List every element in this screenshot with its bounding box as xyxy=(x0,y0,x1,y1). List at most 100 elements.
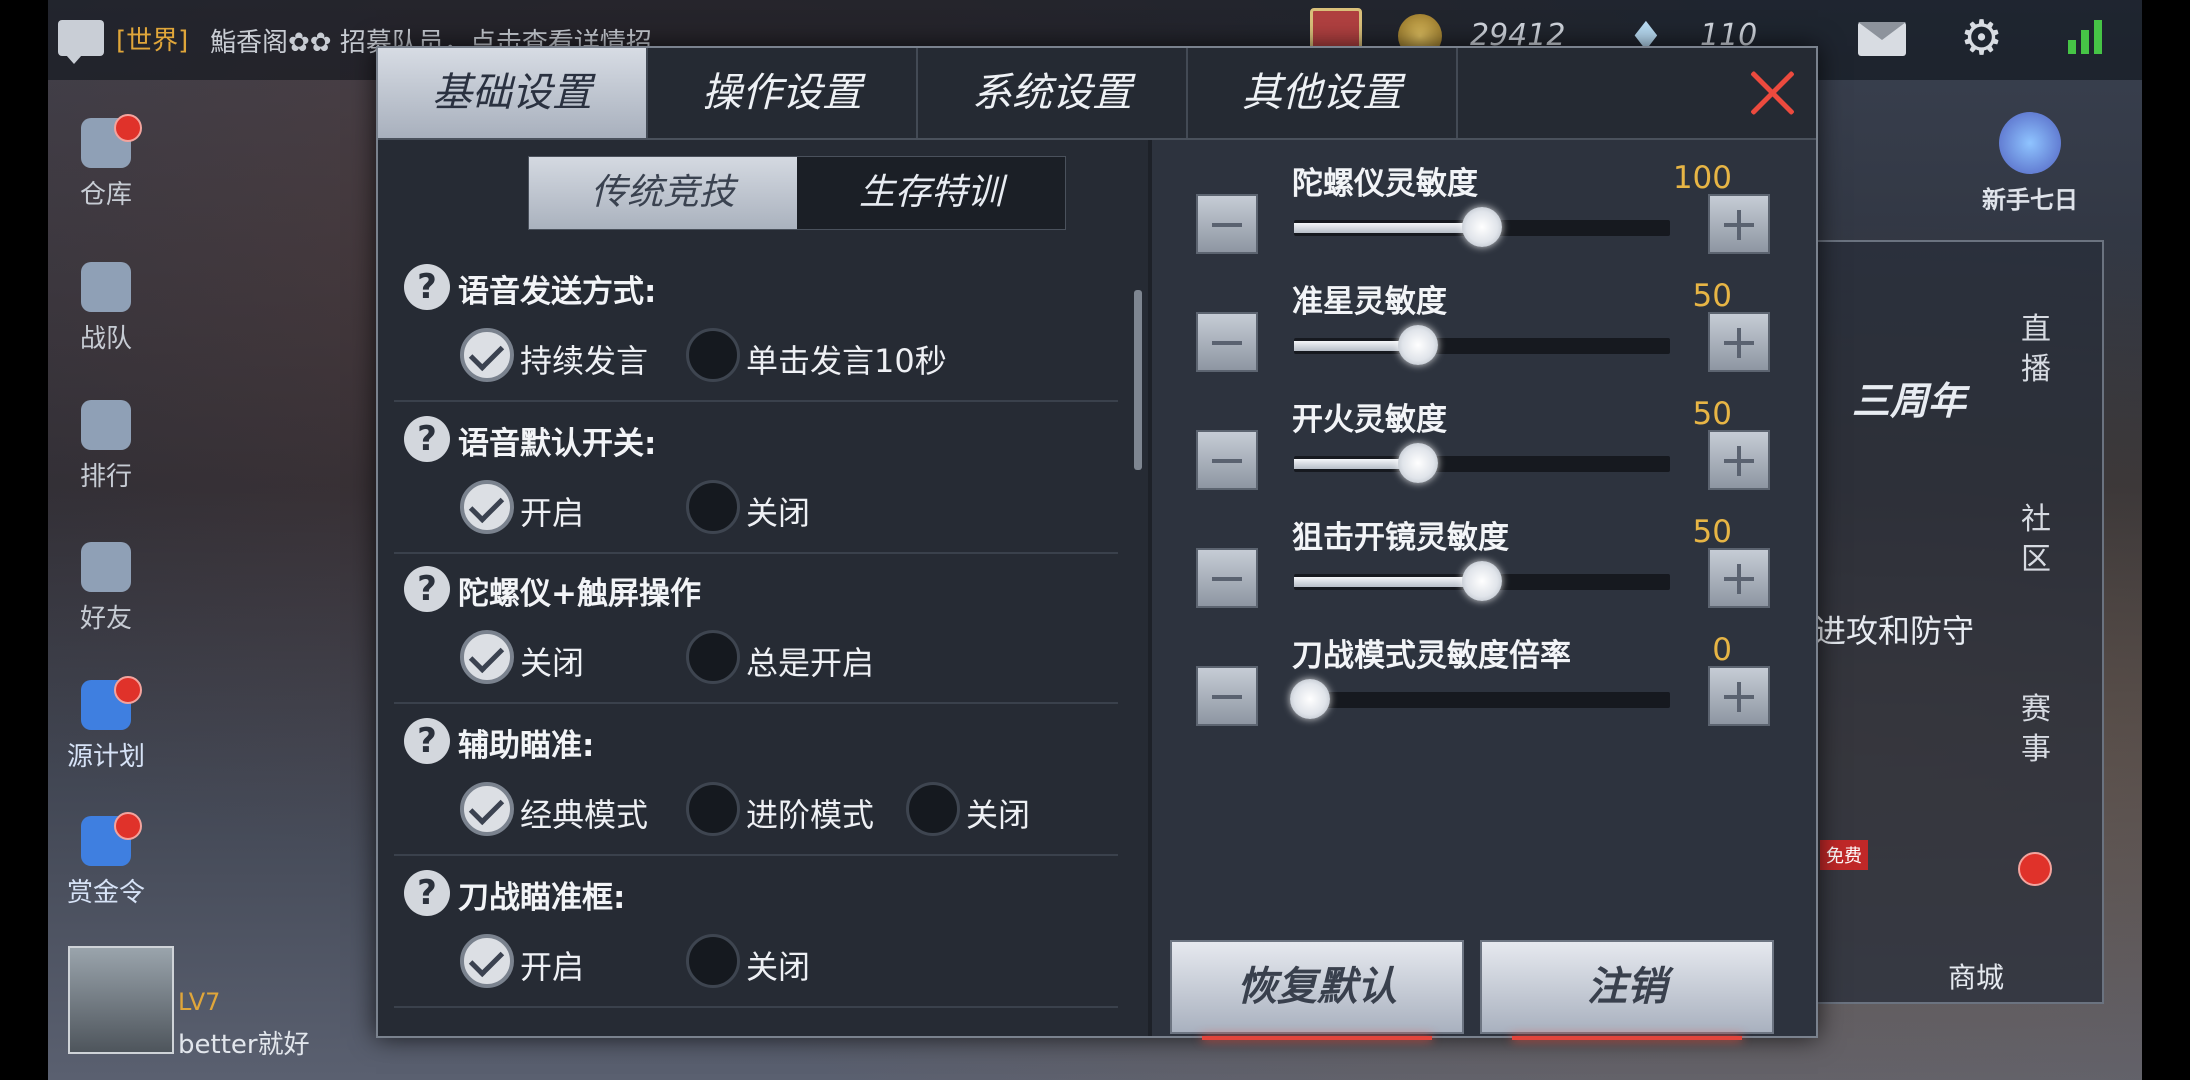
minus-button[interactable] xyxy=(1196,430,1258,490)
slider-fire-sensitivity: 开火灵敏度 50 xyxy=(1152,394,1816,514)
minus-button[interactable] xyxy=(1196,194,1258,254)
tab-control-settings[interactable]: 操作设置 xyxy=(648,48,918,138)
slider-track[interactable] xyxy=(1294,207,1670,247)
radio-checked-icon[interactable] xyxy=(460,630,514,684)
slider-track[interactable] xyxy=(1294,325,1670,365)
slider-fill xyxy=(1294,223,1482,233)
player-level: LV7 xyxy=(178,988,221,1016)
tab-community[interactable]: 社区 xyxy=(2008,500,2064,580)
plus-button[interactable] xyxy=(1708,666,1770,726)
mode-subtabs: 传统竞技 生存特训 xyxy=(528,156,1066,230)
mail-icon[interactable] xyxy=(1858,22,1906,56)
plus-button[interactable] xyxy=(1708,548,1770,608)
slider-track[interactable] xyxy=(1294,561,1670,601)
help-icon[interactable]: ? xyxy=(404,416,450,462)
gift-icon xyxy=(1999,112,2061,174)
radio-checked-icon[interactable] xyxy=(460,480,514,534)
tab-system-settings[interactable]: 系统设置 xyxy=(918,48,1188,138)
setting-title: 刀战瞄准框: xyxy=(458,880,626,916)
slider-label: 陀螺仪灵敏度 xyxy=(1292,166,1478,202)
setting-gyro-touch: ? 陀螺仪+触屏操作 关闭 总是开启 xyxy=(394,550,1118,704)
tab-other-settings[interactable]: 其他设置 xyxy=(1188,48,1458,138)
slider-thumb[interactable] xyxy=(1398,443,1439,483)
radio-checked-icon[interactable] xyxy=(460,934,514,988)
logout-label: 注销 xyxy=(1587,964,1667,1010)
radio-unchecked-icon[interactable] xyxy=(686,480,740,534)
radio-label: 经典模式 xyxy=(520,796,649,834)
slider-value: 50 xyxy=(1692,396,1732,432)
reset-default-button[interactable]: 恢复默认 xyxy=(1170,940,1464,1040)
setting-title: 语音默认开关: xyxy=(458,426,657,462)
minus-button[interactable] xyxy=(1196,312,1258,372)
radio-label: 关闭 xyxy=(966,796,1031,834)
slider-sniper-scope-sensitivity: 狙击开镜灵敏度 50 xyxy=(1152,512,1816,632)
logout-button[interactable]: 注销 xyxy=(1480,940,1774,1040)
slider-thumb[interactable] xyxy=(1398,325,1439,365)
slider-crosshair-sensitivity: 准星灵敏度 50 xyxy=(1152,276,1816,396)
help-icon[interactable]: ? xyxy=(404,264,450,310)
radio-unchecked-icon[interactable] xyxy=(686,328,740,382)
shop-button[interactable]: 商城 xyxy=(1948,956,2004,996)
slider-value: 0 xyxy=(1712,632,1732,668)
tab-basic-settings[interactable]: 基础设置 xyxy=(378,48,648,138)
setting-aim-assist: ? 辅助瞄准: 经典模式 进阶模式 关闭 xyxy=(394,702,1118,856)
help-icon[interactable]: ? xyxy=(404,718,450,764)
slider-thumb[interactable] xyxy=(1462,561,1502,601)
chat-icon[interactable] xyxy=(58,20,104,64)
radio-unchecked-icon[interactable] xyxy=(686,934,740,988)
button-glow xyxy=(1512,1036,1742,1040)
radio-checked-icon[interactable] xyxy=(460,328,514,382)
settings-tabbar: 基础设置 操作设置 系统设置 其他设置 xyxy=(378,48,1816,140)
minus-button[interactable] xyxy=(1196,666,1258,726)
radio-label: 持续发言 xyxy=(520,342,649,380)
avatar[interactable] xyxy=(68,946,174,1054)
reset-default-label: 恢复默认 xyxy=(1237,964,1397,1010)
slider-fill xyxy=(1294,577,1482,587)
sensitivity-pane: 陀螺仪灵敏度 100 准星灵敏度 50 开火灵敏度 50 狙击开镜灵敏度 50 刀战模式灵敏度倍… xyxy=(1152,140,1816,1040)
sidebar-item-label: 好友 xyxy=(79,604,132,634)
slider-label: 开火灵敏度 xyxy=(1292,402,1447,438)
slider-label: 准星灵敏度 xyxy=(1292,284,1447,320)
sidebar-item-ranking[interactable]: 排行 xyxy=(56,400,156,493)
tab-live[interactable]: 直播 xyxy=(2008,310,2064,390)
chat-channel[interactable]: [世界] xyxy=(116,20,188,57)
attack-defense-banner[interactable]: 进攻和防守 xyxy=(1814,606,1974,652)
close-icon[interactable] xyxy=(1742,62,1802,122)
newbie-seven-days-button[interactable]: 新手七日 xyxy=(1970,112,2090,215)
slider-thumb[interactable] xyxy=(1462,207,1502,247)
radio-label: 总是开启 xyxy=(746,644,875,682)
slider-label: 刀战模式灵敏度倍率 xyxy=(1292,638,1571,674)
tab-events[interactable]: 赛事 xyxy=(2008,690,2064,770)
radio-checked-icon[interactable] xyxy=(460,782,514,836)
help-icon[interactable]: ? xyxy=(404,870,450,916)
slider-gyro-sensitivity: 陀螺仪灵敏度 100 xyxy=(1152,158,1816,278)
slider-track[interactable] xyxy=(1290,679,1670,719)
plus-button[interactable] xyxy=(1708,312,1770,372)
subtab-survival[interactable]: 生存特训 xyxy=(797,157,1065,229)
sidebar-item-squad[interactable]: 战队 xyxy=(56,262,156,355)
plus-button[interactable] xyxy=(1708,194,1770,254)
options-pane: 传统竞技 生存特训 ? 语音发送方式: 持续发言 单击发言10秒? 语音默认开关: 开启关… xyxy=(378,140,1148,1036)
subtab-classic[interactable]: 传统竞技 xyxy=(529,157,797,229)
radio-unchecked-icon[interactable] xyxy=(686,630,740,684)
radio-unchecked-icon[interactable] xyxy=(906,782,960,836)
help-icon[interactable]: ? xyxy=(404,566,450,612)
slider-track[interactable] xyxy=(1294,443,1670,483)
gear-icon[interactable]: ⚙ xyxy=(1960,14,2003,62)
radio-unchecked-icon[interactable] xyxy=(686,782,740,836)
scrollbar[interactable] xyxy=(1134,290,1142,470)
anniversary-banner[interactable]: 三周年 xyxy=(1852,370,1966,425)
slider-thumb[interactable] xyxy=(1290,679,1330,719)
friends-icon xyxy=(81,542,131,592)
slider-knife-mode-multiplier: 刀战模式灵敏度倍率 0 xyxy=(1152,630,1816,750)
radio-label: 开启 xyxy=(520,948,585,986)
sidebar-item-friends[interactable]: 好友 xyxy=(56,542,156,635)
letterbox-right xyxy=(2142,0,2190,1080)
plus-button[interactable] xyxy=(1708,430,1770,490)
sidebar-item-bounty[interactable]: 赏金令 xyxy=(56,812,156,909)
sidebar-item-warehouse[interactable]: 仓库 xyxy=(56,114,156,211)
ranking-icon xyxy=(81,400,131,450)
squad-icon xyxy=(81,262,131,312)
sidebar-item-source-plan[interactable]: 源计划 xyxy=(56,676,156,773)
minus-button[interactable] xyxy=(1196,548,1258,608)
